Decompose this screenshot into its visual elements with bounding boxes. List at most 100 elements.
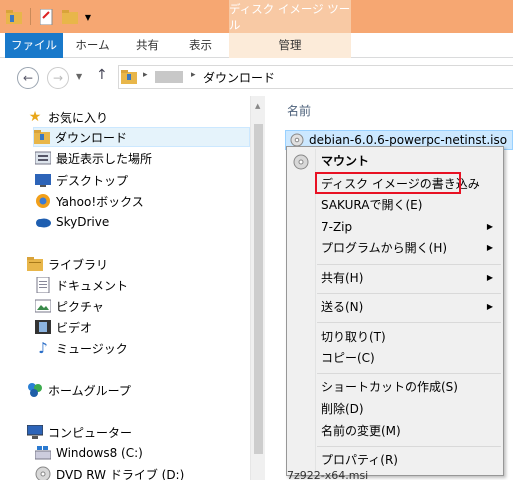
nav-label: お気に入り	[48, 110, 109, 125]
menu-item-properties[interactable]: プロパティ(R)	[321, 450, 398, 470]
breadcrumb-current[interactable]: ダウンロード	[203, 69, 275, 86]
nav-item-documents[interactable]: ドキュメント	[35, 275, 128, 295]
yahoo-box-icon	[35, 193, 51, 209]
tab-view[interactable]: 表示	[178, 33, 223, 58]
nav-item-desktop[interactable]: デスクトップ	[35, 170, 128, 190]
nav-item-music[interactable]: ♪ ミュージック	[35, 338, 128, 358]
menu-item-open-with[interactable]: プログラムから開く(H)	[321, 238, 447, 258]
menu-separator	[317, 373, 501, 374]
picture-icon	[35, 298, 51, 314]
menu-item-open-sakura[interactable]: SAKURAで開く(E)	[321, 195, 422, 215]
folder-download-icon	[121, 70, 137, 84]
file-row-partial[interactable]: 7z922-x64.msi	[287, 470, 387, 480]
star-icon: ★	[28, 109, 42, 125]
menu-item-create-shortcut[interactable]: ショートカットの作成(S)	[321, 377, 458, 397]
file-name: debian-6.0.6-powerpc-netinst.iso	[309, 133, 508, 147]
menu-separator	[317, 322, 501, 323]
library-icon	[27, 256, 43, 272]
file-name: 7z922-x64.msi	[287, 470, 369, 480]
disc-image-icon	[290, 133, 304, 147]
forward-button[interactable]: →	[47, 67, 69, 89]
nav-item-yahoo-box[interactable]: Yahoo!ボックス	[35, 191, 144, 211]
menu-item-mount[interactable]: マウント	[321, 151, 369, 171]
nav-item-recent[interactable]: 最近表示した場所	[35, 148, 152, 168]
nav-label: ホームグループ	[48, 383, 131, 398]
submenu-arrow-icon: ▶	[486, 273, 493, 282]
menu-separator	[317, 264, 501, 265]
recent-places-icon	[35, 150, 51, 166]
menu-gutter	[315, 149, 316, 474]
nav-label: 最近表示した場所	[56, 151, 153, 166]
tab-manage[interactable]: 管理	[229, 33, 351, 58]
tab-home[interactable]: ホーム	[70, 33, 115, 58]
menu-item-delete[interactable]: 削除(D)	[321, 399, 364, 419]
nav-label: ドキュメント	[56, 278, 129, 293]
nav-favorites[interactable]: ★ お気に入り	[27, 107, 108, 127]
tab-file[interactable]: ファイル	[5, 33, 63, 58]
context-tab-title: ディスク イメージ ツール	[229, 0, 351, 33]
menu-item-copy[interactable]: コピー(C)	[321, 348, 375, 368]
document-icon	[35, 277, 51, 293]
submenu-arrow-icon: ▶	[486, 302, 493, 311]
breadcrumb-chevron-icon: ▸	[143, 70, 148, 80]
nav-label: ビデオ	[56, 320, 93, 335]
desktop-icon	[35, 172, 51, 188]
tab-share[interactable]: 共有	[125, 33, 170, 58]
address-bar[interactable]: ▸ ▸ ダウンロード	[118, 65, 513, 89]
menu-item-rename[interactable]: 名前の変更(M)	[321, 421, 401, 441]
folder-icon[interactable]	[4, 8, 24, 26]
nav-label: SkyDrive	[56, 215, 110, 229]
quick-access-divider	[30, 8, 31, 25]
nav-scrollbar[interactable]: ▲	[250, 96, 265, 480]
computer-icon	[27, 424, 43, 440]
submenu-arrow-icon: ▶	[486, 243, 493, 252]
navigation-pane: ★ お気に入り ダウンロード 最近表示した場所 デスクトップ Yahoo!ボック…	[0, 96, 265, 480]
dvd-drive-icon	[35, 466, 51, 480]
scroll-up-arrow-icon[interactable]: ▲	[255, 102, 260, 110]
scrollbar-thumb[interactable]	[254, 124, 263, 454]
nav-item-drive-d[interactable]: DVD RW ドライブ (D:)	[35, 464, 184, 480]
menu-separator	[317, 446, 501, 447]
back-button[interactable]: ←	[17, 67, 39, 89]
properties-icon[interactable]	[37, 8, 57, 26]
nav-item-downloads[interactable]: ダウンロード	[33, 127, 250, 147]
recent-locations-icon[interactable]: ▼	[76, 72, 82, 81]
menu-item-cut[interactable]: 切り取り(T)	[321, 327, 386, 347]
new-folder-icon[interactable]	[60, 8, 80, 26]
context-menu: マウント ディスク イメージの書き込み SAKURAで開く(E) 7-Zip ▶…	[286, 146, 504, 476]
disc-mount-icon	[293, 154, 309, 173]
ribbon: ファイル ホーム 共有 表示 管理	[0, 33, 513, 58]
nav-item-pictures[interactable]: ピクチャ	[35, 296, 104, 316]
nav-label: ダウンロード	[55, 130, 128, 145]
nav-label: ライブラリ	[48, 257, 109, 272]
nav-label: ピクチャ	[56, 299, 104, 314]
nav-label: Yahoo!ボックス	[56, 194, 144, 209]
menu-separator	[317, 293, 501, 294]
submenu-arrow-icon: ▶	[486, 222, 493, 231]
nav-item-drive-c[interactable]: Windows8 (C:)	[35, 443, 143, 463]
menu-item-7zip[interactable]: 7-Zip	[321, 217, 352, 237]
folder-download-icon	[34, 129, 50, 145]
redacted-breadcrumb[interactable]	[155, 71, 183, 83]
customize-toolbar-icon[interactable]: ▼	[82, 8, 94, 26]
nav-item-videos[interactable]: ビデオ	[35, 317, 92, 337]
address-area: ← → ▼ ↑ ▸ ▸ ダウンロード	[0, 58, 513, 96]
column-header-name[interactable]: 名前	[287, 102, 311, 119]
nav-item-skydrive[interactable]: SkyDrive	[35, 212, 109, 232]
breadcrumb-chevron-icon: ▸	[191, 70, 196, 80]
forward-arrow-icon: →	[52, 71, 64, 85]
nav-label: Windows8 (C:)	[56, 446, 143, 460]
film-icon	[35, 319, 51, 335]
nav-label: DVD RW ドライブ (D:)	[56, 467, 185, 480]
menu-item-share[interactable]: 共有(H)	[321, 268, 363, 288]
homegroup-icon	[27, 382, 43, 398]
nav-homegroup[interactable]: ホームグループ	[27, 380, 131, 400]
nav-libraries[interactable]: ライブラリ	[27, 254, 108, 274]
title-bar: ▼ ディスク イメージ ツール	[0, 0, 513, 33]
nav-computer[interactable]: コンピューター	[27, 422, 132, 442]
menu-item-send-to[interactable]: 送る(N)	[321, 297, 363, 317]
music-note-icon: ♪	[38, 339, 48, 357]
windows-drive-icon	[35, 445, 51, 461]
back-arrow-icon: ←	[22, 71, 34, 85]
up-arrow-icon[interactable]: ↑	[96, 67, 108, 83]
